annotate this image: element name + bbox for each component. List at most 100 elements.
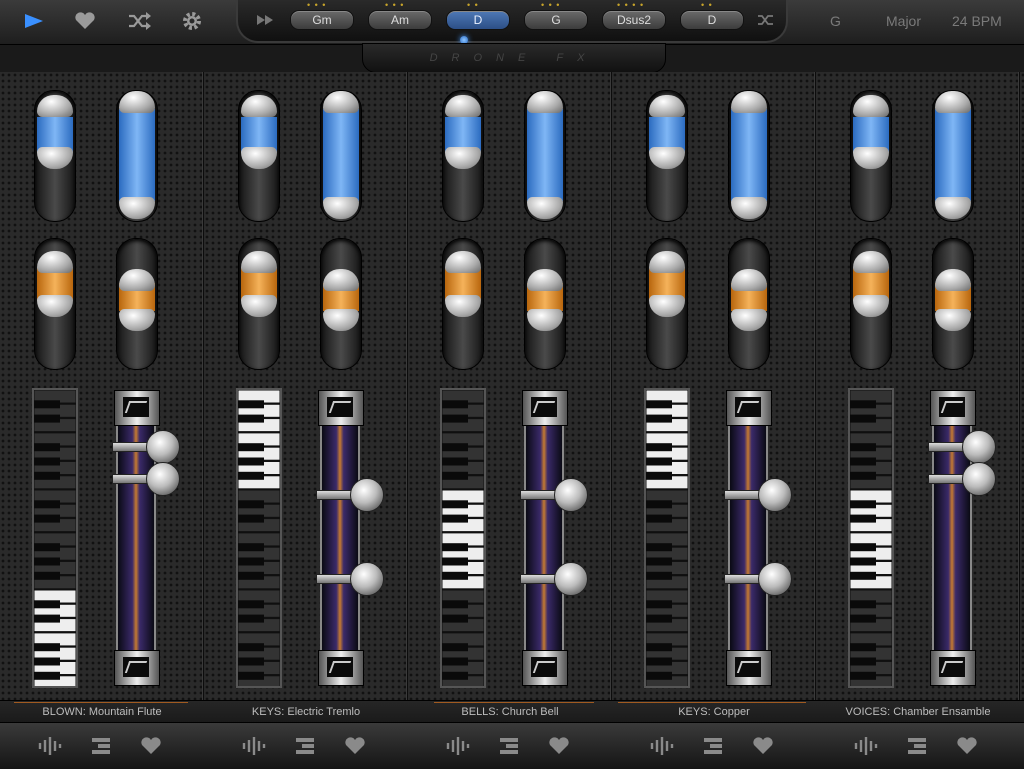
favorite-heart-icon[interactable]	[954, 733, 980, 759]
orange-fader-right[interactable]	[728, 238, 770, 370]
orange-fader-right[interactable]	[116, 238, 158, 370]
chord-button-dsus2[interactable]: Dsus2	[602, 10, 666, 30]
orange-fader-right[interactable]	[320, 238, 362, 370]
keyboard-range-selector[interactable]	[848, 388, 894, 690]
channel-accent-line	[618, 702, 806, 703]
upper-slider-handle[interactable]	[350, 478, 384, 512]
favorite-heart-icon[interactable]	[750, 733, 776, 759]
keyboard-range-selector[interactable]	[440, 388, 486, 690]
waveform-icon[interactable]	[242, 733, 268, 759]
key-label[interactable]: G	[830, 13, 841, 29]
lower-slider-handle[interactable]	[758, 562, 792, 596]
channel-name-4[interactable]: KEYS: Copper	[612, 706, 816, 718]
orange-fader-left[interactable]	[442, 238, 484, 370]
orange-fader-right[interactable]	[932, 238, 974, 370]
shuffle-icon[interactable]	[125, 8, 153, 34]
favorite-heart-icon[interactable]	[342, 733, 368, 759]
envelope-bottom-cap	[726, 650, 772, 686]
blue-fader-right[interactable]	[524, 90, 566, 222]
channel-accent-line	[434, 702, 594, 703]
blue-fader-left[interactable]	[850, 90, 892, 222]
heart-icon[interactable]	[71, 8, 99, 34]
chord-button-g[interactable]: G	[524, 10, 588, 30]
envelope-tube[interactable]	[318, 390, 364, 686]
chord-dots: • •	[701, 0, 713, 10]
favorite-heart-icon[interactable]	[546, 733, 572, 759]
channel-accent-line	[14, 702, 188, 703]
fast-forward-icon[interactable]	[252, 7, 280, 33]
envelope-bottom-cap	[522, 650, 568, 686]
menu-lines-icon[interactable]	[496, 733, 522, 759]
orange-fader-left[interactable]	[850, 238, 892, 370]
channel-label-bar: BLOWN: Mountain Flute KEYS: Electric Tre…	[0, 700, 1024, 723]
upper-slider-handle[interactable]	[758, 478, 792, 512]
chord-progression-bar: • • • Gm • • • Am • • D • • • G • • • • …	[236, 0, 788, 43]
blue-fader-right[interactable]	[320, 90, 362, 222]
chord-button-d[interactable]: D	[680, 10, 744, 30]
waveform-icon[interactable]	[854, 733, 880, 759]
drone-fx-tab[interactable]: DRONE FX	[362, 43, 666, 73]
lower-slider-handle[interactable]	[146, 462, 180, 496]
chord-dots: • • •	[307, 0, 327, 10]
upper-slider-handle[interactable]	[554, 478, 588, 512]
menu-lines-icon[interactable]	[904, 733, 930, 759]
lower-slider-handle[interactable]	[962, 462, 996, 496]
channel-name-1[interactable]: BLOWN: Mountain Flute	[0, 706, 204, 718]
menu-lines-icon[interactable]	[700, 733, 726, 759]
upper-slider-handle[interactable]	[962, 430, 996, 464]
drone-fx-label: DRONE FX	[429, 52, 599, 64]
blue-fader-left[interactable]	[34, 90, 76, 222]
orange-fader-left[interactable]	[34, 238, 76, 370]
chord-button-am[interactable]: Am	[368, 10, 432, 30]
channel-name-2[interactable]: KEYS: Electric Tremlo	[204, 706, 408, 718]
menu-lines-icon[interactable]	[292, 733, 318, 759]
blue-fader-left[interactable]	[646, 90, 688, 222]
waveform-icon[interactable]	[38, 733, 64, 759]
blue-fader-left[interactable]	[238, 90, 280, 222]
blue-fader-left[interactable]	[442, 90, 484, 222]
shuffle-chords-icon[interactable]	[752, 7, 780, 33]
envelope-top-cap	[930, 390, 976, 426]
chord-dots: • • •	[385, 0, 405, 10]
upper-slider-handle[interactable]	[146, 430, 180, 464]
tempo-label[interactable]: 24 BPM	[952, 13, 1002, 29]
keyboard-range-selector[interactable]	[32, 388, 78, 690]
scale-label[interactable]: Major	[886, 13, 921, 29]
envelope-top-cap	[114, 390, 160, 426]
orange-fader-left[interactable]	[238, 238, 280, 370]
channel-name-5[interactable]: VOICES: Chamber Ensamble	[816, 706, 1020, 718]
gear-icon[interactable]	[178, 8, 206, 34]
keyboard-range-selector[interactable]	[644, 388, 690, 690]
blue-fader-right[interactable]	[116, 90, 158, 222]
chord-button-d-selected[interactable]: D	[446, 10, 510, 30]
blue-fader-right[interactable]	[728, 90, 770, 222]
lower-slider-handle[interactable]	[350, 562, 384, 596]
channel-name-3[interactable]: BELLS: Church Bell	[408, 706, 612, 718]
orange-fader-right[interactable]	[524, 238, 566, 370]
chord-button-gm[interactable]: Gm	[290, 10, 354, 30]
envelope-top-cap	[726, 390, 772, 426]
chord-dots: • • •	[541, 0, 561, 10]
channel-strip-1	[0, 72, 204, 722]
envelope-tube[interactable]	[522, 390, 568, 686]
channel-strip-5	[816, 72, 1020, 722]
chord-dots: • • • •	[617, 0, 645, 10]
envelope-bottom-cap	[318, 650, 364, 686]
orange-fader-left[interactable]	[646, 238, 688, 370]
waveform-icon[interactable]	[446, 733, 472, 759]
play-icon[interactable]	[20, 8, 48, 34]
chord-dots: • •	[467, 0, 479, 10]
keyboard-range-selector[interactable]	[236, 388, 282, 690]
waveform-icon[interactable]	[650, 733, 676, 759]
blue-fader-right[interactable]	[932, 90, 974, 222]
channel-strip-2	[204, 72, 408, 722]
channel-strip-4	[612, 72, 816, 722]
top-bar: • • • Gm • • • Am • • D • • • G • • • • …	[0, 0, 1024, 45]
menu-lines-icon[interactable]	[88, 733, 114, 759]
bottom-toolbar	[0, 722, 1024, 769]
envelope-tube[interactable]	[726, 390, 772, 686]
favorite-heart-icon[interactable]	[138, 733, 164, 759]
mixer-area	[0, 72, 1024, 722]
lower-slider-handle[interactable]	[554, 562, 588, 596]
envelope-bottom-cap	[114, 650, 160, 686]
